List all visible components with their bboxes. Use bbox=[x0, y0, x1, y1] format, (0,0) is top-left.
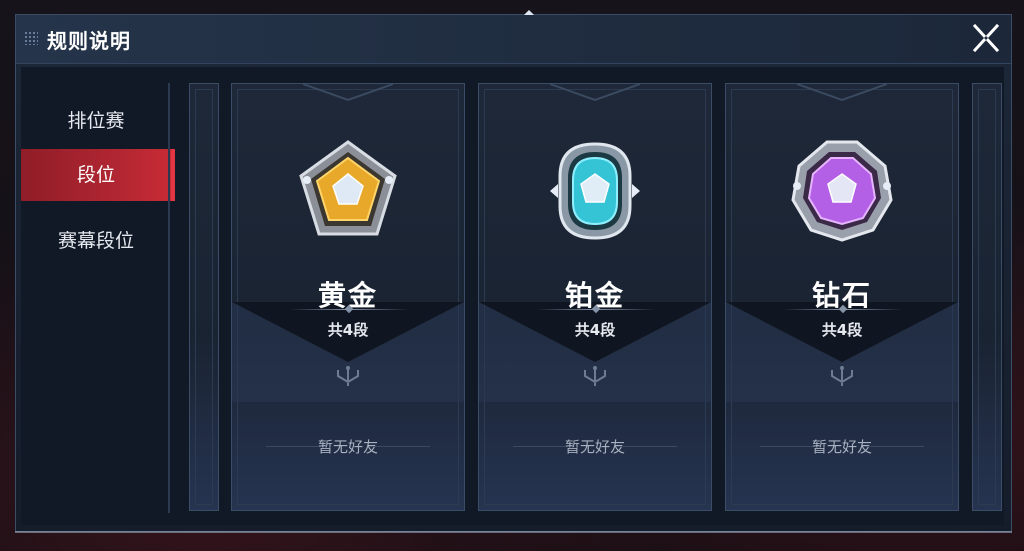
sidebar-item-ranked[interactable]: 排位赛 bbox=[21, 95, 171, 147]
gold-badge-icon bbox=[299, 140, 397, 236]
trident-icon bbox=[337, 366, 359, 386]
dialog-title: 规则说明 bbox=[47, 29, 131, 53]
friends-divider-right bbox=[370, 446, 430, 447]
diamond-badge-icon bbox=[791, 140, 893, 242]
rank-tier-count: 共4段 bbox=[574, 321, 616, 339]
rank-card-diamond[interactable]: 钻石 共4段 暂无好友 bbox=[725, 83, 959, 511]
sidebar-divider bbox=[168, 83, 170, 513]
sidebar: 排位赛 段位 赛幕段位 bbox=[21, 67, 175, 525]
dialog-content: 排位赛 段位 赛幕段位 黄金 共4段 暂无好友 铂金 共4段 暂无好友 钻石 共… bbox=[21, 67, 1004, 525]
rank-divider bbox=[289, 309, 409, 310]
rank-tier-count: 共4段 bbox=[821, 321, 863, 339]
card-top-chevron bbox=[797, 84, 887, 102]
bottom-edge-line bbox=[15, 531, 1012, 533]
rank-tier-count: 共4段 bbox=[327, 321, 369, 339]
rank-divider bbox=[536, 309, 656, 310]
friends-divider-right bbox=[864, 446, 924, 447]
sidebar-item-label: 赛幕段位 bbox=[57, 230, 134, 252]
trident-icon bbox=[831, 366, 853, 386]
friends-divider-right bbox=[617, 446, 677, 447]
sidebar-item-label: 排位赛 bbox=[67, 110, 125, 132]
rank-card-partial-right[interactable] bbox=[972, 83, 1002, 511]
card-top-chevron bbox=[303, 84, 393, 102]
rank-card-gold[interactable]: 黄金 共4段 暂无好友 bbox=[231, 83, 465, 511]
dialog-header: 规则说明 bbox=[16, 15, 1011, 64]
close-icon[interactable] bbox=[971, 23, 1001, 53]
platinum-badge-icon bbox=[550, 142, 640, 240]
rank-card-platinum[interactable]: 铂金 共4段 暂无好友 bbox=[478, 83, 712, 511]
rules-dialog: ⬘ 规则说明 排位赛 段位 赛幕段位 bbox=[15, 7, 1012, 532]
sidebar-item-season-rank[interactable]: 赛幕段位 bbox=[21, 215, 171, 267]
sidebar-item-rank-tiers[interactable]: 段位 bbox=[21, 149, 175, 201]
sidebar-item-label: 段位 bbox=[76, 164, 115, 186]
trident-icon bbox=[584, 366, 606, 386]
rank-card-partial-left[interactable] bbox=[189, 83, 219, 511]
rank-divider bbox=[783, 309, 903, 310]
card-top-chevron bbox=[550, 84, 640, 102]
grip-icon[interactable] bbox=[24, 31, 38, 45]
